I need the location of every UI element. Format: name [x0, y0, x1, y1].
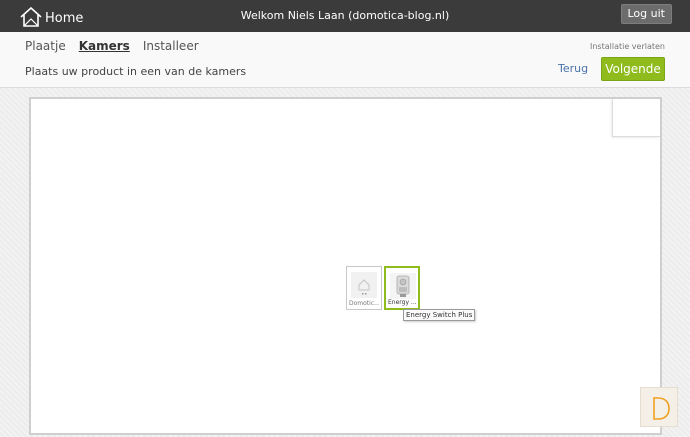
leave-installation-link[interactable]: Installatie verlaten [590, 42, 665, 51]
energy-switch-plug-icon [390, 273, 416, 299]
room-corner-panel [612, 99, 660, 137]
product-tooltip: Energy Switch Plus [403, 309, 476, 321]
page-subtitle: Plaats uw product in een van de kamers [25, 65, 247, 78]
tab-installeer[interactable]: Installeer [143, 39, 199, 53]
wizard-tabs: Plaatje Kamers Installeer [25, 39, 199, 53]
product-label: Energy ... [388, 299, 417, 306]
back-link[interactable]: Terug [558, 62, 588, 75]
next-button[interactable]: Volgende [601, 57, 665, 81]
product-label: Domotic... [349, 300, 379, 307]
wizard-header: Plaatje Kamers Installeer Plaats uw prod… [0, 32, 690, 88]
house-device-icon [351, 272, 377, 298]
brand-badge [640, 387, 678, 427]
top-bar: Home Welkom Niels Laan (domotica-blog.nl… [0, 0, 690, 32]
logout-button[interactable]: Log uit [620, 4, 672, 24]
tab-kamers[interactable]: Kamers [79, 39, 130, 53]
welcome-text: Welkom Niels Laan (domotica-blog.nl) [240, 9, 450, 22]
tab-plaatje[interactable]: Plaatje [25, 39, 66, 53]
product-tile-domotica[interactable]: Domotic... [346, 266, 382, 310]
d-logo-icon [653, 397, 670, 420]
product-tile-energy-switch[interactable]: Energy ... [384, 266, 420, 310]
